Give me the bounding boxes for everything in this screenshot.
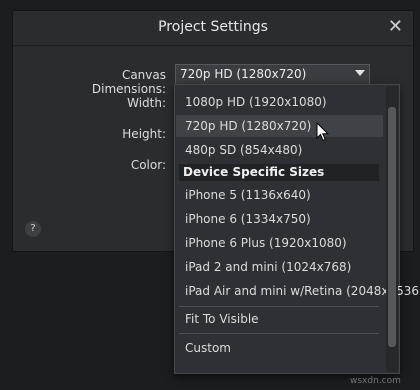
option-label: iPad 2 and mini (1024x768) xyxy=(185,260,352,274)
option-iphone-6-plus[interactable]: iPhone 6 Plus (1920x1080) xyxy=(176,232,383,254)
option-iphone-5[interactable]: iPhone 5 (1136x640) xyxy=(176,184,383,206)
canvas-dimensions-value: 720p HD (1280x720) xyxy=(180,67,307,81)
option-label: iPhone 6 (1334x750) xyxy=(185,212,311,226)
chevron-down-icon xyxy=(355,70,365,76)
option-label: iPhone 5 (1136x640) xyxy=(185,188,311,202)
option-label: 480p SD (854x480) xyxy=(185,143,303,157)
watermark: wsxdn.com xyxy=(350,376,401,386)
scrollbar-thumb[interactable] xyxy=(388,107,396,347)
option-label: Fit To Visible xyxy=(185,312,259,326)
close-icon[interactable]: ✕ xyxy=(388,17,403,37)
canvas-dimensions-dropdown: 1080p HD (1920x1080) 720p HD (1280x720) … xyxy=(174,84,420,374)
option-label: iPhone 6 Plus (1920x1080) xyxy=(185,236,347,250)
width-label: Width: xyxy=(127,96,166,110)
mouse-cursor-icon xyxy=(316,122,330,142)
dialog-titlebar: Project Settings ✕ xyxy=(13,11,413,45)
menu-separator xyxy=(179,333,379,334)
section-header-label: Device Specific Sizes xyxy=(183,165,325,179)
option-label: iPad Air and mini w/Retina (2048x1536) xyxy=(185,284,420,298)
option-1080p[interactable]: 1080p HD (1920x1080) xyxy=(176,91,383,113)
option-label: Custom xyxy=(185,341,231,355)
option-custom[interactable]: Custom xyxy=(176,337,383,359)
option-fit-to-visible[interactable]: Fit To Visible xyxy=(176,308,383,330)
option-label: 720p HD (1280x720) xyxy=(185,119,312,133)
option-iphone-6[interactable]: iPhone 6 (1334x750) xyxy=(176,208,383,230)
color-label: Color: xyxy=(130,158,166,172)
canvas-dimensions-select[interactable]: 720p HD (1280x720) xyxy=(175,64,370,85)
option-720p[interactable]: 720p HD (1280x720) xyxy=(176,115,383,137)
option-480p[interactable]: 480p SD (854x480) xyxy=(176,139,383,161)
help-icon[interactable]: ? xyxy=(25,221,41,237)
option-label: 1080p HD (1920x1080) xyxy=(185,95,327,109)
menu-separator xyxy=(179,306,379,307)
option-ipad-air-retina[interactable]: iPad Air and mini w/Retina (2048x1536) xyxy=(176,280,420,302)
option-ipad-2-mini[interactable]: iPad 2 and mini (1024x768) xyxy=(176,256,383,278)
height-label: Height: xyxy=(122,127,166,141)
canvas-dimensions-label: Canvas Dimensions: xyxy=(91,68,166,96)
title-divider xyxy=(13,45,413,46)
dialog-title: Project Settings xyxy=(158,19,268,35)
device-sizes-header: Device Specific Sizes xyxy=(179,164,379,181)
